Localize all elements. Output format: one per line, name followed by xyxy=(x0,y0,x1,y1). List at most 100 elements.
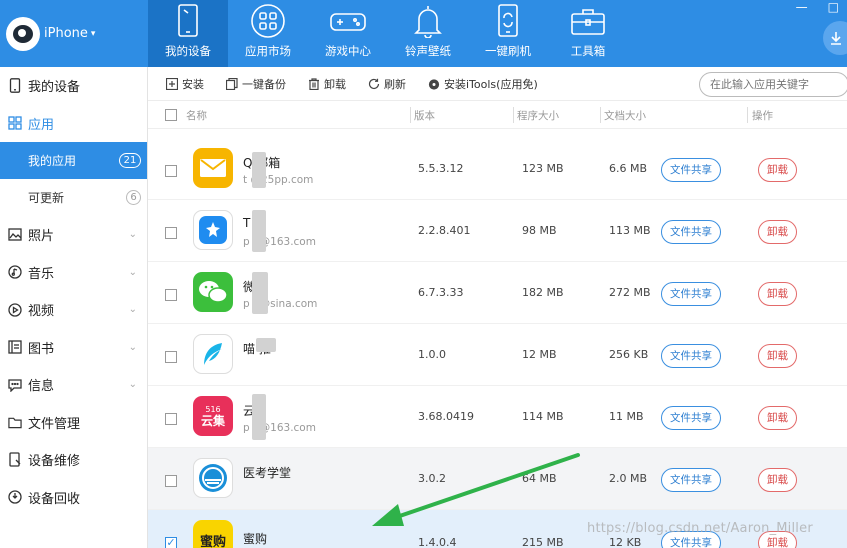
row-checkbox[interactable] xyxy=(165,475,177,487)
file-share-button[interactable]: 文件共享 xyxy=(661,406,721,430)
row-checkbox[interactable] xyxy=(165,413,177,425)
app-grid-icon xyxy=(250,3,286,39)
tab-app-market[interactable]: 应用市场 xyxy=(228,0,308,67)
column-header-program-size[interactable]: 程序大小 xyxy=(517,108,559,123)
itools-logo-icon xyxy=(6,16,40,51)
sidebar-item-books[interactable]: 图书 ⌄ xyxy=(0,329,147,367)
uninstall-button[interactable]: 卸载 xyxy=(758,468,797,492)
tab-toolbox[interactable]: 工具箱 xyxy=(548,0,628,67)
file-share-button[interactable]: 文件共享 xyxy=(661,282,721,306)
sidebar-item-music[interactable]: 音乐 ⌄ xyxy=(0,254,147,292)
video-icon xyxy=(8,303,22,317)
file-share-button[interactable]: 文件共享 xyxy=(661,220,721,244)
sidebar-item-label: 照片 xyxy=(28,229,55,245)
tab-ringtone-wallpaper[interactable]: 铃声壁纸 xyxy=(388,0,468,67)
download-icon xyxy=(831,32,841,45)
sidebar-item-label: 设备维修 xyxy=(28,454,81,470)
table-row[interactable]: 喵 推 1.0.0 12 MB 256 KB 文件共享 卸载 xyxy=(148,324,847,386)
uninstall-button[interactable]: 卸载 xyxy=(758,344,797,368)
file-share-button[interactable]: 文件共享 xyxy=(661,468,721,492)
select-all-checkbox[interactable] xyxy=(165,109,177,121)
row-checkbox[interactable]: ✓ xyxy=(165,537,177,548)
wechat-app-icon xyxy=(193,272,233,312)
app-doc-size: 11 MB xyxy=(609,410,644,423)
app-version: 3.68.0419 xyxy=(418,410,474,423)
recycle-icon xyxy=(8,490,22,504)
file-share-button[interactable]: 文件共享 xyxy=(661,158,721,182)
table-row[interactable]: T p n@163.com 2.2.8.401 98 MB 113 MB 文件共… xyxy=(148,200,847,262)
redaction-blur xyxy=(252,152,266,188)
table-row[interactable]: 516 云集 云 p n@163.com 3.68.0419 114 MB 11… xyxy=(148,386,847,448)
count-badge: 6 xyxy=(126,190,141,205)
row-checkbox[interactable] xyxy=(165,165,177,177)
app-version: 6.7.3.33 xyxy=(418,286,464,299)
backup-button[interactable]: 一键备份 xyxy=(226,76,286,92)
table-row[interactable]: 医考学堂 3.0.2 64 MB 2.0 MB 文件共享 卸载 xyxy=(148,448,847,510)
install-itools-label: 安装iTools(应用免) xyxy=(444,77,538,91)
column-header-version[interactable]: 版本 xyxy=(414,108,435,123)
device-selector[interactable]: iPhone ▾ xyxy=(0,0,148,67)
app-version: 5.5.3.12 xyxy=(418,162,464,175)
folder-icon xyxy=(8,415,22,429)
table-row[interactable]: 微 p n@sina.com 6.7.3.33 182 MB 272 MB 文件… xyxy=(148,262,847,324)
watermark: https://blog.csdn.net/Aaron_Miller xyxy=(587,521,813,536)
sidebar-item-device-recycle[interactable]: 设备回收 xyxy=(0,479,147,517)
row-checkbox[interactable] xyxy=(165,227,177,239)
refresh-button[interactable]: 刷新 xyxy=(368,76,406,92)
column-header-name[interactable]: 名称 xyxy=(186,108,207,123)
uninstall-button[interactable]: 卸载 xyxy=(758,220,797,244)
sidebar-item-label: 设备回收 xyxy=(28,491,81,507)
tab-label: 一键刷机 xyxy=(485,44,531,58)
chevron-down-icon: ⌄ xyxy=(128,341,137,353)
itools-small-icon xyxy=(428,78,440,90)
app-doc-size: 272 MB xyxy=(609,286,651,299)
sidebar-item-my-apps[interactable]: 我的应用 21 xyxy=(0,142,147,179)
top-bar: iPhone ▾ 我的设备 应用市场 游戏中心 铃声壁纸 一键刷机 工具箱 — … xyxy=(0,0,847,67)
maximize-button[interactable]: □ xyxy=(828,0,839,14)
app-version: 2.2.8.401 xyxy=(418,224,471,237)
sidebar-item-my-device[interactable]: 我的设备 xyxy=(0,67,147,105)
app-name: 医考学堂 xyxy=(243,466,292,480)
tab-game-center[interactable]: 游戏中心 xyxy=(308,0,388,67)
file-share-button[interactable]: 文件共享 xyxy=(661,344,721,368)
uninstall-label: 卸载 xyxy=(324,77,346,91)
sidebar-item-messages[interactable]: 信息 ⌄ xyxy=(0,366,147,404)
tab-my-device[interactable]: 我的设备 xyxy=(148,0,228,67)
tab-one-click-flash[interactable]: 一键刷机 xyxy=(468,0,548,67)
app-version: 1.4.0.4 xyxy=(418,536,457,548)
sidebar-item-photos[interactable]: 照片 ⌄ xyxy=(0,216,147,254)
chevron-down-icon: ⌄ xyxy=(128,304,137,316)
app-program-size: 123 MB xyxy=(522,162,564,175)
message-icon xyxy=(8,378,22,392)
minimize-button[interactable]: — xyxy=(796,0,808,14)
download-manager-button[interactable] xyxy=(823,21,847,55)
sidebar-item-label: 图书 xyxy=(28,341,55,357)
uninstall-toolbar-button[interactable]: 卸载 xyxy=(308,76,346,92)
sidebar-item-video[interactable]: 视频 ⌄ xyxy=(0,291,147,329)
bell-icon xyxy=(410,3,446,39)
uninstall-button[interactable]: 卸载 xyxy=(758,158,797,182)
install-itools-button[interactable]: 安装iTools(应用免) xyxy=(428,76,538,92)
column-header-doc-size[interactable]: 文档大小 xyxy=(604,108,646,123)
redaction-blur xyxy=(252,394,266,440)
app-name: 蜜购 xyxy=(243,532,268,546)
sidebar-item-file-manager[interactable]: 文件管理 xyxy=(0,404,147,442)
redaction-blur xyxy=(252,272,268,314)
sidebar-item-label: 音乐 xyxy=(28,266,55,282)
sidebar-item-device-repair[interactable]: 设备维修 xyxy=(0,441,147,479)
sidebar-item-updatable[interactable]: 可更新 6 xyxy=(0,179,147,216)
backup-label: 一键备份 xyxy=(242,77,286,91)
install-button[interactable]: 安装 xyxy=(166,76,204,92)
search-input[interactable] xyxy=(699,72,847,97)
feather-app-icon xyxy=(193,334,233,374)
sidebar-item-apps[interactable]: 应用 xyxy=(0,105,147,143)
row-checkbox[interactable] xyxy=(165,289,177,301)
toolbox-icon xyxy=(570,3,606,39)
uninstall-button[interactable]: 卸载 xyxy=(758,406,797,430)
tab-label: 我的设备 xyxy=(165,44,211,58)
row-checkbox[interactable] xyxy=(165,351,177,363)
table-row[interactable]: Q 邮箱 t @25pp.com 5.5.3.12 123 MB 6.6 MB … xyxy=(148,138,847,200)
chevron-down-icon: ⌄ xyxy=(128,229,137,241)
uninstall-button[interactable]: 卸载 xyxy=(758,282,797,306)
dingtalk-app-icon xyxy=(193,210,233,250)
